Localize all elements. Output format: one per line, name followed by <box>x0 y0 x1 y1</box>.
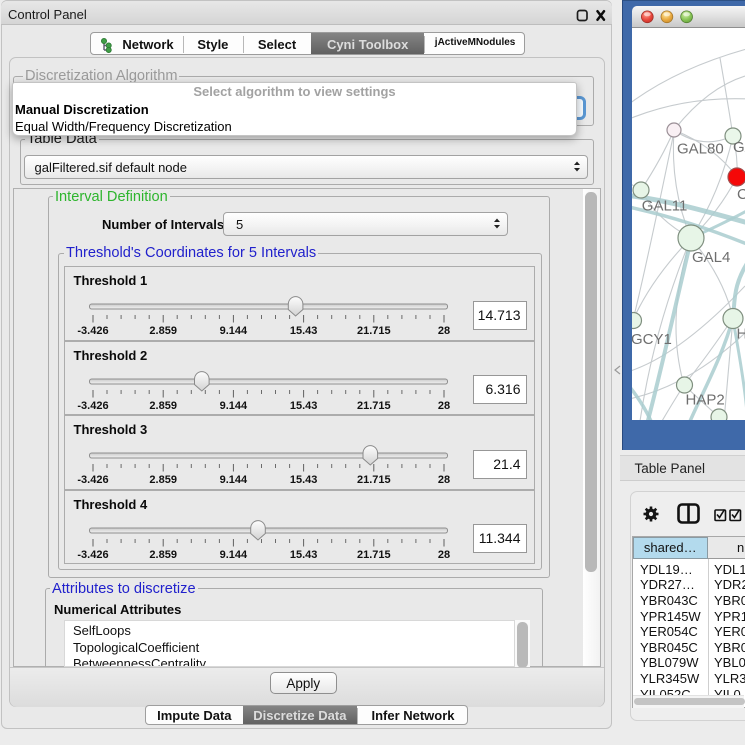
svg-text:28: 28 <box>437 549 449 561</box>
svg-text:GAL11: GAL11 <box>642 197 688 214</box>
svg-text:2.859: 2.859 <box>149 325 177 337</box>
svg-text:2.859: 2.859 <box>149 400 177 412</box>
svg-text:9.144: 9.144 <box>219 325 247 337</box>
svg-text:2.859: 2.859 <box>149 474 177 486</box>
svg-text:21.715: 21.715 <box>356 400 390 412</box>
svg-text:15.43: 15.43 <box>289 325 317 337</box>
svg-text:HIS4: HIS4 <box>737 325 745 342</box>
svg-text:21.715: 21.715 <box>356 325 390 337</box>
svg-text:21.715: 21.715 <box>356 474 390 486</box>
svg-text:15.43: 15.43 <box>289 474 317 486</box>
svg-text:28: 28 <box>437 400 449 412</box>
svg-text:GCY1: GCY1 <box>632 331 672 348</box>
svg-text:-3.426: -3.426 <box>77 400 108 412</box>
svg-text:9.144: 9.144 <box>219 400 247 412</box>
svg-text:28: 28 <box>437 474 449 486</box>
svg-text:GAL3: GAL3 <box>733 139 745 156</box>
svg-text:9.144: 9.144 <box>219 474 247 486</box>
svg-text:-3.426: -3.426 <box>77 325 108 337</box>
svg-text:GAL4: GAL4 <box>692 249 730 266</box>
svg-text:CYC8: CYC8 <box>737 186 745 203</box>
svg-text:28: 28 <box>437 325 449 337</box>
svg-text:-3.426: -3.426 <box>77 549 108 561</box>
svg-text:15.43: 15.43 <box>289 549 317 561</box>
svg-text:9.144: 9.144 <box>219 549 247 561</box>
svg-text:2.859: 2.859 <box>149 549 177 561</box>
svg-text:21.715: 21.715 <box>356 549 390 561</box>
svg-text:-3.426: -3.426 <box>77 474 108 486</box>
svg-text:GAL80: GAL80 <box>677 140 724 157</box>
svg-text:HAP2: HAP2 <box>686 391 725 408</box>
svg-text:15.43: 15.43 <box>289 400 317 412</box>
